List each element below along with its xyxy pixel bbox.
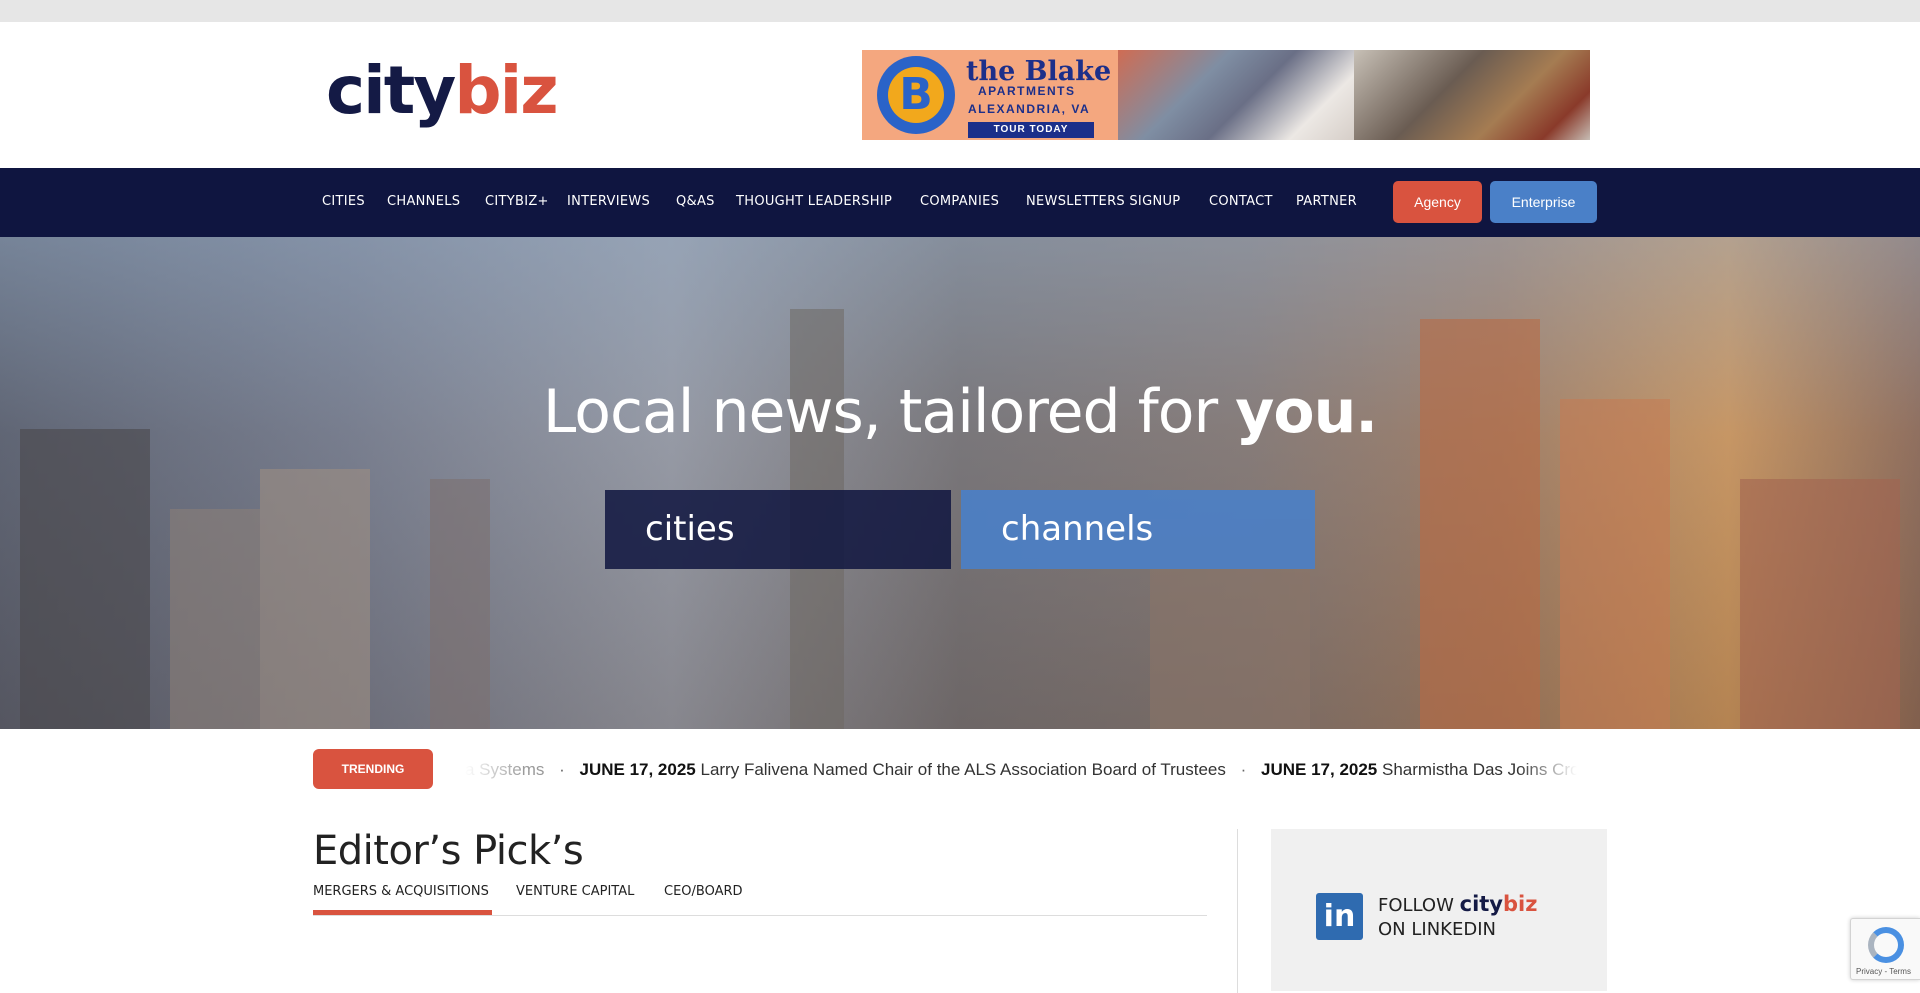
editors-pick-title: Editor’s Pick’s (313, 828, 584, 874)
ticker-fade-right (1517, 757, 1577, 783)
nav-item-contact[interactable]: CONTACT (1209, 194, 1273, 209)
logo-part-city: city (326, 52, 456, 129)
ad-photo-lounge (1354, 50, 1590, 140)
hero-banner: Local news, tailored for you. cities cha… (0, 237, 1920, 729)
nav-item-companies[interactable]: COMPANIES (920, 194, 999, 209)
active-tab-indicator (313, 910, 492, 915)
ticker-separator: · (559, 760, 565, 779)
agency-button[interactable]: Agency (1393, 181, 1482, 223)
skyline-building (1740, 479, 1900, 729)
ad-subtitle-apartments: APARTMENTS (978, 84, 1076, 98)
hero-title-regular: Local news, tailored for (542, 377, 1236, 447)
main-nav: CITIES CHANNELS CITYBIZ+ INTERVIEWS Q&AS… (0, 168, 1920, 237)
hero-title: Local news, tailored for you. (0, 377, 1920, 447)
ad-brand-panel: B the Blake APARTMENTS ALEXANDRIA, VA TO… (862, 50, 1118, 140)
linkedin-follow-text: FOLLOW citybiz (1378, 892, 1537, 916)
linkedin-on-linkedin: ON LINKEDIN (1378, 919, 1496, 940)
nav-item-thought-leadership[interactable]: THOUGHT LEADERSHIP (736, 194, 892, 209)
nav-item-partner[interactable]: PARTNER (1296, 194, 1357, 209)
tab-mergers-acquisitions[interactable]: MERGERS & ACQUISITIONS (313, 884, 489, 899)
skyline-building (170, 509, 260, 729)
hero-title-bold: you. (1235, 377, 1378, 447)
ad-subtitle-location: ALEXANDRIA, VA (968, 102, 1091, 116)
column-divider (1237, 829, 1238, 993)
recaptcha-badge[interactable]: Privacy - Terms (1850, 918, 1920, 980)
nav-item-citybiz-plus[interactable]: CITYBIZ+ (485, 194, 549, 209)
tab-ceo-board[interactable]: CEO/BOARD (664, 884, 743, 899)
ad-cta[interactable]: TOUR TODAY (968, 122, 1094, 138)
nav-item-cities[interactable]: CITIES (322, 194, 365, 209)
banner-ad[interactable]: B the Blake APARTMENTS ALEXANDRIA, VA TO… (862, 50, 1590, 140)
editors-pick-tabs: MERGERS & ACQUISITIONS VENTURE CAPITAL C… (313, 884, 1207, 916)
ad-logo-circle: B (877, 56, 955, 134)
nav-item-qas[interactable]: Q&AS (676, 194, 715, 209)
ticker-date: JUNE 17, 2025 (579, 760, 696, 779)
trending-badge[interactable]: TRENDING (313, 749, 433, 789)
follow-linkedin-card[interactable]: in FOLLOW citybiz ON LINKEDIN (1271, 829, 1607, 991)
skyline-building (1560, 399, 1670, 729)
ticker-headline[interactable]: Larry Falivena Named Chair of the ALS As… (700, 760, 1225, 779)
ticker-separator: · (1240, 760, 1247, 779)
nav-item-newsletters-signup[interactable]: NEWSLETTERS SIGNUP (1026, 194, 1180, 209)
ticker-fade-left (465, 757, 525, 783)
recaptcha-icon (1868, 927, 1904, 963)
cities-button[interactable]: cities (605, 490, 951, 569)
linkedin-brand-biz: biz (1503, 892, 1538, 916)
recaptcha-privacy-terms[interactable]: Privacy - Terms (1856, 967, 1911, 976)
browser-top-strip (0, 0, 1920, 22)
citybiz-logo[interactable]: citybiz (326, 58, 559, 124)
tab-venture-capital[interactable]: VENTURE CAPITAL (516, 884, 634, 899)
ad-logo-letter: B (888, 67, 944, 123)
linkedin-follow-label: FOLLOW (1378, 895, 1460, 916)
ticker-date: JUNE 17, 2025 (1261, 760, 1378, 779)
nav-item-interviews[interactable]: INTERVIEWS (567, 194, 650, 209)
trending-ticker: a Systems · JUNE 17, 2025 Larry Falivena… (465, 757, 1577, 783)
skyline-building (430, 479, 490, 729)
skyline-building (20, 429, 150, 729)
logo-part-biz: biz (454, 52, 558, 129)
site-header: citybiz B the Blake APARTMENTS ALEXANDRI… (0, 22, 1920, 168)
nav-item-channels[interactable]: CHANNELS (387, 194, 460, 209)
ad-photo-residents (1118, 50, 1354, 140)
skyline-building (260, 469, 370, 729)
channels-button[interactable]: channels (961, 490, 1315, 569)
ad-brand-name: the Blake (966, 56, 1112, 87)
linkedin-icon: in (1316, 893, 1363, 940)
enterprise-button[interactable]: Enterprise (1490, 181, 1597, 223)
linkedin-brand-city: city (1459, 892, 1503, 916)
